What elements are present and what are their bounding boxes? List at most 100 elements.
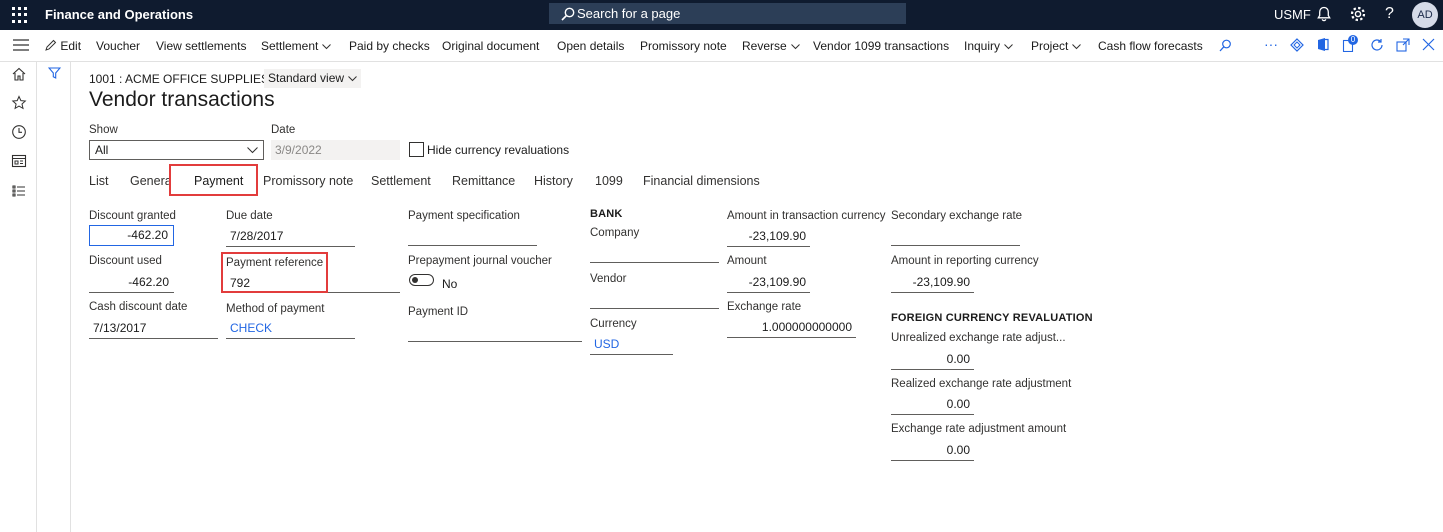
tab-settlement[interactable]: Settlement — [371, 174, 431, 188]
avatar[interactable]: AD — [1412, 2, 1438, 28]
amount-in-transaction-currency-field[interactable]: -23,109.90 — [727, 227, 810, 247]
tab-payment[interactable]: Payment — [194, 174, 243, 188]
realized-exchange-rate-adjustment-field[interactable]: 0.00 — [891, 395, 974, 415]
prepayment-journal-voucher-label: Prepayment journal voucher — [408, 255, 552, 267]
reverse-menu[interactable]: Reverse — [742, 39, 800, 53]
help-icon[interactable]: ? — [1385, 5, 1394, 23]
app-launcher-icon[interactable] — [12, 7, 28, 23]
search-placeholder: Search for a page — [577, 6, 681, 21]
payment-specification-label: Payment specification — [408, 210, 520, 222]
hamburger-icon[interactable] — [13, 38, 29, 55]
reverse-menu-label: Reverse — [742, 39, 787, 53]
bank-company-field[interactable] — [590, 243, 719, 263]
prepayment-journal-voucher-toggle[interactable] — [409, 274, 434, 286]
star-icon[interactable] — [11, 95, 27, 111]
bank-vendor-field[interactable] — [590, 289, 719, 309]
method-of-payment-field[interactable]: CHECK — [226, 319, 355, 339]
realized-exchange-rate-adjustment-label: Realized exchange rate adjustment — [891, 378, 1072, 390]
tab-list[interactable]: List — [89, 174, 108, 188]
chevron-down-icon — [247, 147, 258, 154]
due-date-label: Due date — [226, 210, 273, 222]
date-label: Date — [271, 124, 296, 136]
cash-discount-date-field[interactable]: 7/13/2017 — [89, 319, 218, 339]
exchange-rate-adjustment-amount-field[interactable]: 0.00 — [891, 441, 974, 461]
chevron-down-icon — [322, 44, 332, 50]
clock-icon[interactable] — [11, 124, 27, 140]
tab-general[interactable]: Genera — [130, 174, 172, 188]
tab-promissory-note[interactable]: Promissory note — [263, 174, 353, 188]
more-options-icon[interactable]: ··· — [1264, 36, 1278, 52]
settlement-menu[interactable]: Settlement — [261, 39, 332, 53]
exchange-rate-field[interactable]: 1.000000000000 — [727, 318, 856, 338]
office-icon[interactable] — [1316, 37, 1330, 52]
page-title: Vendor transactions — [89, 88, 275, 111]
bank-company-label: Company — [590, 227, 640, 239]
filter-icon[interactable] — [48, 67, 61, 79]
show-dropdown-value: All — [95, 143, 109, 157]
discount-granted-field[interactable]: -462.20 — [89, 225, 174, 246]
inquiry-menu-label: Inquiry — [964, 39, 1001, 53]
attachments-icon[interactable]: 0 — [1342, 35, 1358, 53]
foreign-currency-revaluation-heading: FOREIGN CURRENCY REVALUATION — [891, 312, 1093, 324]
close-icon[interactable] — [1422, 38, 1435, 51]
amount-field[interactable]: -23,109.90 — [727, 273, 810, 293]
exchange-rate-adjustment-amount-label: Exchange rate adjustment amount — [891, 423, 1067, 435]
hide-currency-revaluations-label: Hide currency revaluations — [427, 143, 570, 157]
payment-reference-label: Payment reference — [226, 257, 324, 269]
edit-button[interactable]: Edit — [45, 39, 81, 53]
open-details-button[interactable]: Open details — [557, 39, 624, 53]
cash-flow-forecasts-button[interactable]: Cash flow forecasts — [1098, 39, 1203, 53]
discount-used-field[interactable]: -462.20 — [89, 273, 174, 293]
diamond-icon[interactable] — [1290, 38, 1304, 52]
bell-icon[interactable] — [1315, 5, 1333, 23]
bank-vendor-label: Vendor — [590, 273, 627, 285]
method-of-payment-label: Method of payment — [226, 303, 325, 315]
secondary-exchange-rate-label: Secondary exchange rate — [891, 210, 1023, 222]
view-selector-label: Standard view — [268, 71, 345, 85]
tab-financial-dimensions[interactable]: Financial dimensions — [643, 174, 760, 188]
paid-by-checks-button[interactable]: Paid by checks — [349, 39, 430, 53]
vendor-1099-transactions-button[interactable]: Vendor 1099 transactions — [813, 39, 949, 53]
attachments-badge: 0 — [1348, 35, 1358, 45]
show-dropdown[interactable]: All — [89, 140, 264, 160]
tab-1099[interactable]: 1099 — [595, 174, 623, 188]
open-new-window-icon[interactable] — [1396, 38, 1410, 52]
original-document-button[interactable]: Original document — [442, 39, 539, 53]
view-settlements-button[interactable]: View settlements — [156, 39, 247, 53]
amount-in-reporting-currency-field[interactable]: -23,109.90 — [891, 273, 974, 293]
modules-list-icon[interactable] — [11, 183, 27, 199]
search-icon[interactable] — [1219, 39, 1232, 52]
currency-field[interactable]: USD — [590, 335, 673, 355]
top-bar: Finance and Operations Search for a page… — [0, 0, 1443, 30]
payment-reference-field[interactable]: 792 — [230, 276, 250, 290]
company-picker[interactable]: USMF — [1274, 7, 1311, 22]
amount-in-transaction-currency-label: Amount in transaction currency — [727, 210, 886, 222]
tab-remittance[interactable]: Remittance — [452, 174, 515, 188]
payment-id-field[interactable] — [408, 322, 582, 342]
bank-section-heading: BANK — [590, 208, 623, 220]
hide-currency-revaluations-checkbox[interactable] — [409, 142, 424, 157]
amount-label: Amount — [727, 255, 767, 267]
unrealized-exchange-rate-adjustment-label: Unrealized exchange rate adjust... — [891, 332, 1066, 344]
chevron-down-icon — [1004, 44, 1013, 50]
secondary-exchange-rate-field[interactable] — [891, 226, 1020, 246]
inquiry-menu[interactable]: Inquiry — [964, 39, 1013, 53]
view-selector[interactable]: Standard view — [264, 69, 362, 88]
gear-icon[interactable] — [1349, 5, 1367, 23]
chevron-down-icon — [790, 44, 800, 50]
chevron-down-icon — [1072, 44, 1082, 50]
due-date-field[interactable]: 7/28/2017 — [226, 227, 355, 247]
voucher-button[interactable]: Voucher — [96, 39, 140, 53]
refresh-icon[interactable] — [1370, 38, 1384, 52]
tab-history[interactable]: History — [534, 174, 573, 188]
project-menu[interactable]: Project — [1031, 39, 1082, 53]
workspaces-icon[interactable] — [11, 153, 27, 169]
payment-specification-field[interactable] — [408, 226, 537, 246]
project-menu-label: Project — [1031, 39, 1069, 53]
filter-pane — [37, 62, 71, 532]
promissory-note-button[interactable]: Promissory note — [640, 39, 727, 53]
home-icon[interactable] — [11, 66, 27, 82]
unrealized-exchange-rate-adjustment-field[interactable]: 0.00 — [891, 350, 974, 370]
app-title[interactable]: Finance and Operations — [45, 7, 193, 22]
page-search-input[interactable]: Search for a page — [549, 3, 906, 24]
